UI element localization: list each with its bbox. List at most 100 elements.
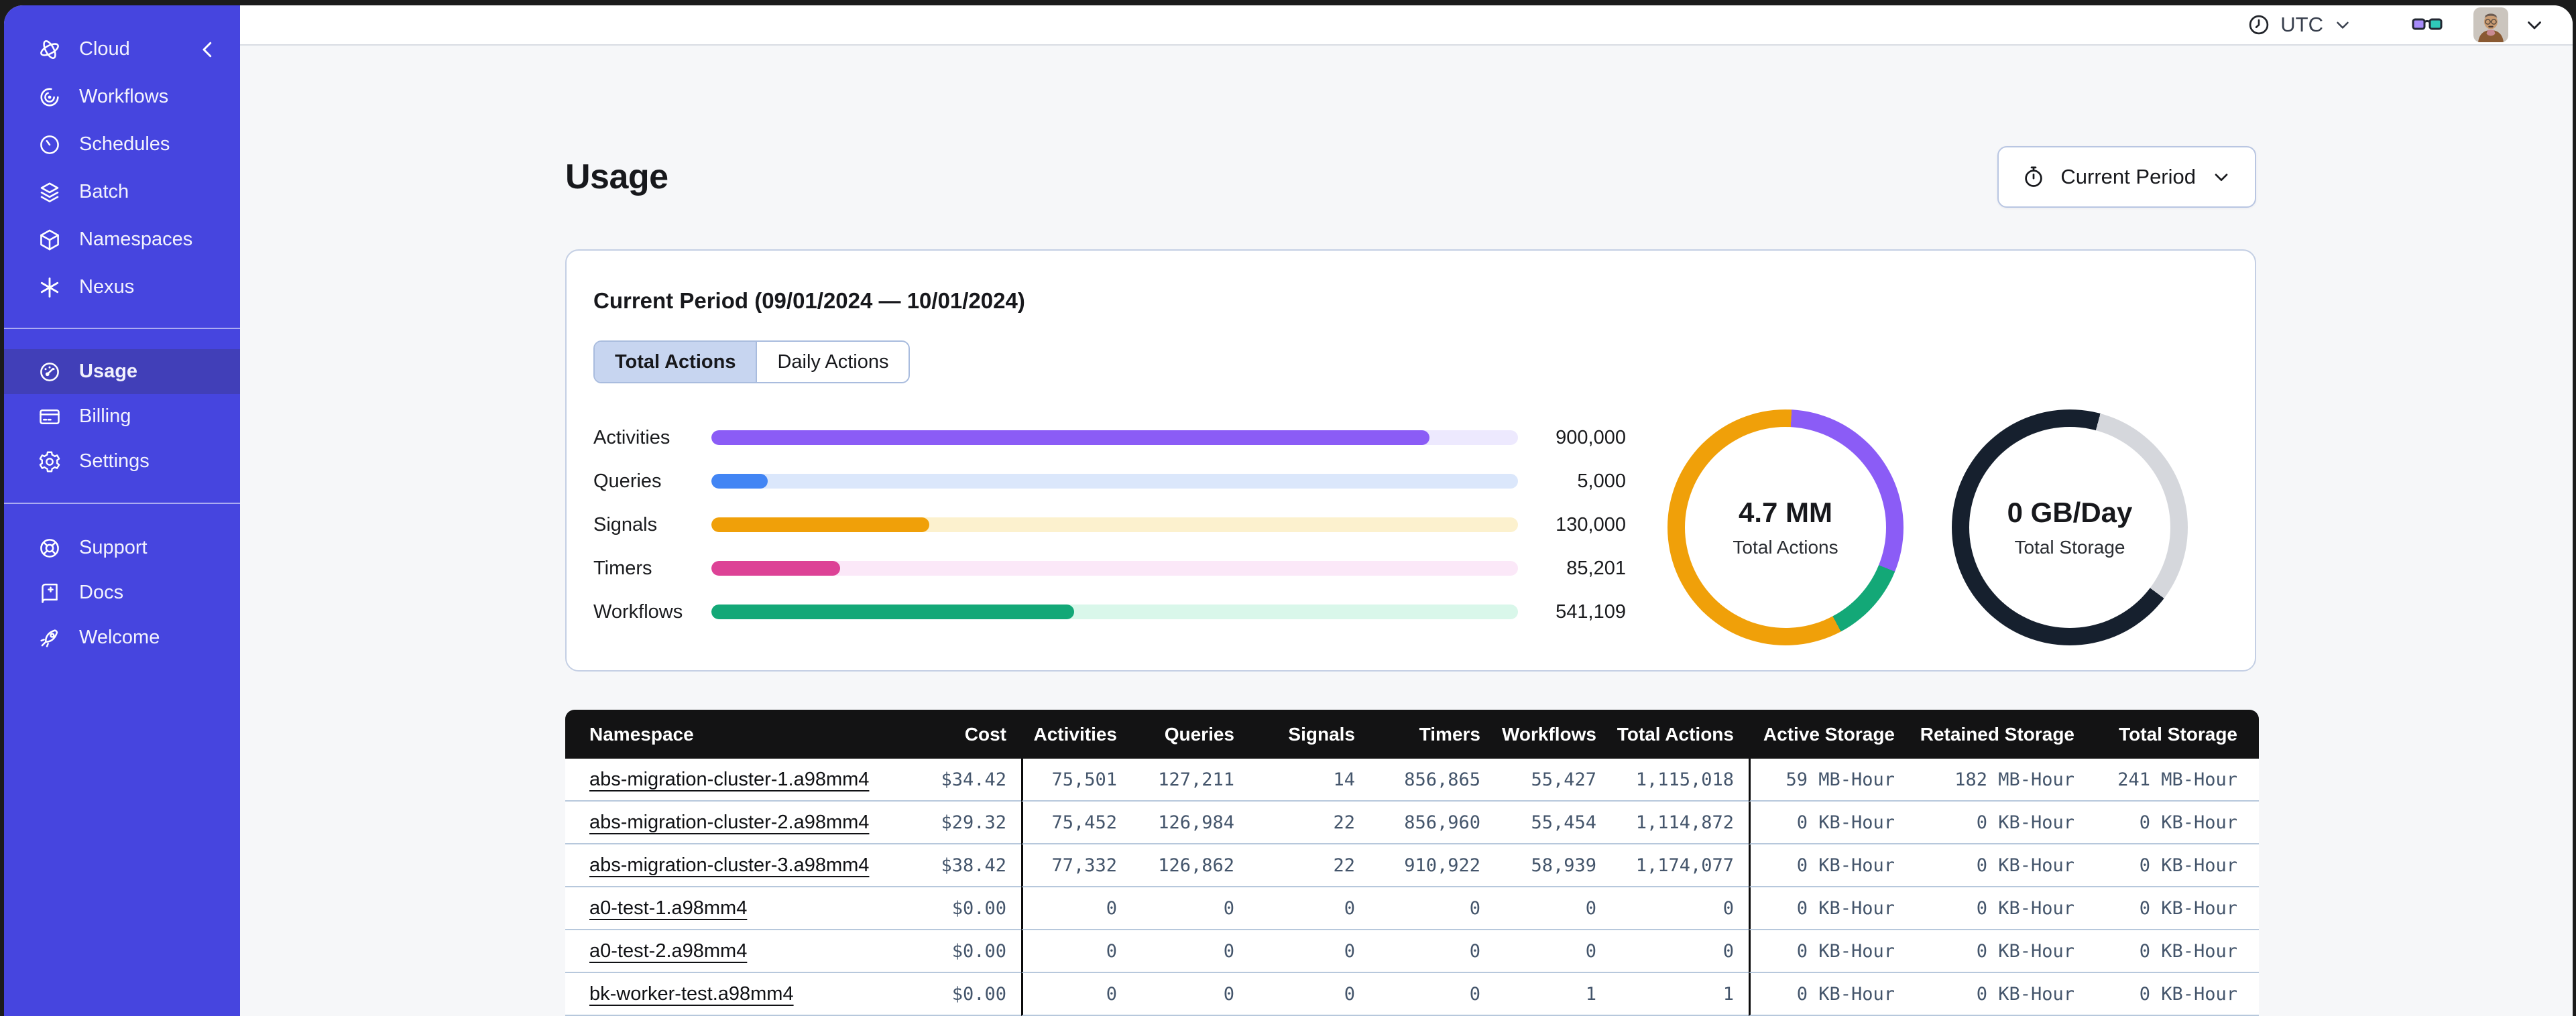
support-lifebuoy-icon [38,536,62,560]
cell-workflows: 58,939 [1495,844,1611,887]
cell-cost: $0.00 [870,887,1021,930]
bar-row-queries: Queries 5,000 [593,470,1626,492]
table-row: bk-worker-test.a98mm4 $0.00 0 0 0 0 1 1 … [565,973,2259,1016]
cell-queries: 0 [1132,930,1249,973]
sidebar-item-workflows[interactable]: Workflows [4,73,240,121]
sidebar-item-usage[interactable]: Usage [4,349,240,394]
sidebar-item-docs[interactable]: Docs [4,570,240,615]
feedback-glasses-button[interactable] [2412,14,2443,36]
schedules-clock-icon [38,133,62,157]
cell-retained-storage: 0 KB-Hour [1910,930,2089,973]
sidebar: Cloud Workflows Schedules Batch Namespac… [4,5,240,1016]
cell-activities: 75,501 [1021,759,1132,802]
cell-retained-storage: 182 MB-Hour [1910,759,2089,802]
sidebar-item-billing[interactable]: Billing [4,394,240,439]
sidebar-item-settings[interactable]: Settings [4,439,240,484]
namespace-link[interactable]: a0-test-2.a98mm4 [589,940,747,962]
bar-track [711,561,1518,576]
col-header-queries: Queries [1132,710,1249,759]
cell-cost: $34.42 [870,759,1021,802]
timezone-selector[interactable]: UTC [2247,13,2353,37]
sidebar-item-welcome[interactable]: Welcome [4,615,240,660]
cell-active-storage: 0 KB-Hour [1749,802,1910,844]
card-title: Current Period (09/01/2024 — 10/01/2024) [593,288,1025,313]
bar-label: Workflows [593,600,683,623]
cell-signals: 0 [1249,930,1370,973]
col-header-workflows: Workflows [1495,710,1611,759]
bar-label: Activities [593,426,670,448]
cell-total-storage: 0 KB-Hour [2089,930,2259,973]
namespace-link[interactable]: abs-migration-cluster-3.a98mm4 [589,854,869,876]
cell-workflows: 0 [1495,930,1611,973]
col-header-activities: Activities [1021,710,1132,759]
cell-total-actions: 1 [1611,973,1749,1016]
sidebar-item-namespaces[interactable]: Namespaces [4,216,240,263]
sidebar-item-label: Batch [79,181,129,202]
bar-row-signals: Signals 130,000 [593,513,1626,535]
workflows-icon [38,85,62,109]
collapse-sidebar-icon[interactable] [196,38,220,62]
cell-total-actions: 0 [1611,930,1749,973]
stopwatch-icon [2025,166,2043,187]
topbar: UTC [240,5,2573,46]
bar-track [711,474,1518,489]
main-area: UTC Usage Current Period Current Period … [240,5,2573,1016]
cell-active-storage: 59 MB-Hour [1749,759,1910,802]
usage-donuts: 4.7 MM Total Actions 0 GB/Day Total Stor… [1667,409,2188,645]
cell-timers: 856,865 [1370,759,1495,802]
bar-value: 900,000 [1556,426,1626,448]
sidebar-item-label: Workflows [79,86,169,107]
namespace-link[interactable]: bk-worker-test.a98mm4 [589,983,794,1005]
cell-cost: $38.42 [870,844,1021,887]
cell-cost: $0.00 [870,973,1021,1016]
cell-signals: 0 [1249,887,1370,930]
table-row: abs-migration-cluster-1.a98mm4 $34.42 75… [565,759,2259,802]
table-row: abs-migration-cluster-3.a98mm4 $38.42 77… [565,844,2259,887]
cell-activities: 75,452 [1021,802,1132,844]
cell-retained-storage: 0 KB-Hour [1910,887,2089,930]
bar-row-workflows: Workflows 541,109 [593,600,1626,623]
donut-label: Total Actions [1733,537,1838,558]
cell-total-storage: 0 KB-Hour [2089,802,2259,844]
col-header-active-storage: Active Storage [1749,710,1910,759]
cell-timers: 910,922 [1370,844,1495,887]
bar-value: 130,000 [1556,513,1626,535]
welcome-rocket-icon [38,626,62,650]
tab-daily-actions[interactable]: Daily Actions [756,342,909,382]
cell-queries: 127,211 [1132,759,1249,802]
nexus-asterisk-icon [38,275,62,300]
chevron-down-icon [2528,21,2541,29]
sidebar-item-support[interactable]: Support [4,525,240,570]
namespace-link[interactable]: a0-test-1.a98mm4 [589,897,747,919]
namespace-link[interactable]: abs-migration-cluster-2.a98mm4 [589,812,869,833]
timezone-label: UTC [2280,13,2323,36]
period-selector-button[interactable]: Current Period [1997,146,2256,208]
bar-track [711,517,1518,532]
user-menu[interactable] [2473,7,2546,42]
page-title: Usage [565,157,668,196]
sidebar-item-label: Cloud [79,38,130,60]
table-row: a0-test-2.a98mm4 $0.00 0 0 0 0 0 0 0 KB-… [565,930,2259,973]
cell-queries: 0 [1132,973,1249,1016]
sidebar-item-nexus[interactable]: Nexus [4,263,240,311]
cell-retained-storage: 0 KB-Hour [1910,973,2089,1016]
sidebar-item-schedules[interactable]: Schedules [4,121,240,168]
usage-charts: Activities 900,000 Queries 5,000 Signals [593,409,2228,645]
usage-gauge-icon [38,360,62,384]
cell-signals: 0 [1249,973,1370,1016]
cell-activities: 0 [1021,973,1132,1016]
namespace-link[interactable]: abs-migration-cluster-1.a98mm4 [589,769,869,790]
tab-total-actions[interactable]: Total Actions [595,342,756,382]
bar-row-timers: Timers 85,201 [593,557,1626,579]
cell-activities: 77,332 [1021,844,1132,887]
sidebar-item-label: Namespaces [79,229,193,250]
cell-workflows: 1 [1495,973,1611,1016]
col-header-total-actions: Total Actions [1611,710,1749,759]
sidebar-item-label: Docs [79,582,124,603]
cell-signals: 22 [1249,844,1370,887]
sidebar-item-label: Usage [79,361,138,382]
cell-retained-storage: 0 KB-Hour [1910,844,2089,887]
sidebar-item-cloud[interactable]: Cloud [4,25,240,73]
bar-value: 85,201 [1566,557,1626,579]
sidebar-item-batch[interactable]: Batch [4,168,240,216]
